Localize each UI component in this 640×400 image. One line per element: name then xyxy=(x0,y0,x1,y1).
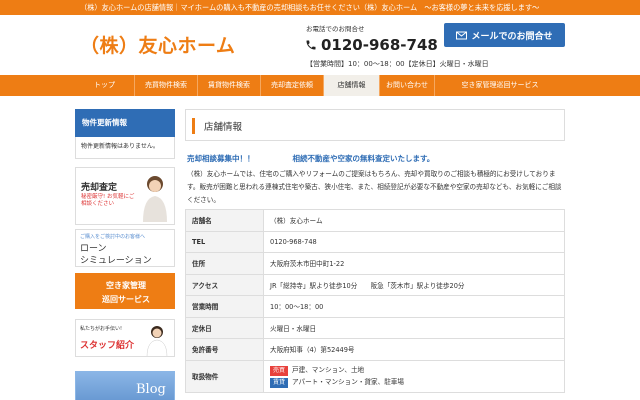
business-hours: 【営業時間】10：00～18：00【定休日】火曜日・水曜日 xyxy=(306,60,489,68)
handling-sale: 戸建、マンション、土地 xyxy=(292,366,365,374)
table-row: 免許番号 大阪府知事（4）第52449号 xyxy=(185,338,565,361)
row-key: アクセス xyxy=(185,273,264,296)
akiya-service-banner[interactable]: 空き家管理 巡回サービス xyxy=(75,273,175,309)
global-nav: トップ 売買物件検索 賃貸物件検索 売却査定依頼 店舗情報 お問い合わせ 空き家… xyxy=(0,75,640,96)
table-row: 定休日 火曜日・水曜日 xyxy=(185,316,565,339)
nav-item-rent-search[interactable]: 賃貸物件検索 xyxy=(198,75,261,96)
sale-tag: 売買 xyxy=(270,366,289,376)
staff-photo-icon xyxy=(146,326,168,356)
akiya-banner-line1: 空き家管理 xyxy=(106,281,146,290)
top-bar: （株）友心ホームの店舗情報｜マイホームの購入も不動産の売却相談もお任せください（… xyxy=(0,0,640,15)
nav-item-appraisal[interactable]: 売却査定依頼 xyxy=(261,75,324,96)
top-bar-text: （株）友心ホームの店舗情報｜マイホームの購入も不動産の売却相談もお任せください（… xyxy=(80,3,540,12)
nav-item-akiya-service[interactable]: 空き家管理巡回サービス xyxy=(435,75,565,96)
mail-icon xyxy=(456,31,468,39)
tel-label: お電話でのお問合せ xyxy=(306,25,365,33)
handling-rent: アパート・マンション・貸家、駐車場 xyxy=(292,378,404,386)
store-info-table: 店舗名 （株）友心ホーム TEL 0120-968-748 住所 大阪府茨木市田… xyxy=(185,209,565,393)
loan-banner-line2: シミュレーション xyxy=(80,256,152,266)
page-title: 店舗情報 xyxy=(204,122,243,133)
staff-banner-note: 私たちがお手伝い! xyxy=(80,326,123,332)
row-key: 住所 xyxy=(185,252,264,275)
table-row: 店舗名 （株）友心ホーム xyxy=(185,209,565,232)
tel-text: 0120-968-748 xyxy=(321,36,438,54)
row-key: 免許番号 xyxy=(185,338,264,361)
nav-item-store-info[interactable]: 店舗情報 xyxy=(324,75,380,96)
loan-simulation-banner[interactable]: ご購入をご検討中のお客様へ ローン シミュレーション xyxy=(75,229,175,267)
lead-left: 売却相談募集中！！ xyxy=(187,154,255,163)
row-key: 定休日 xyxy=(185,316,264,339)
row-value: 火曜日・水曜日 xyxy=(263,316,565,339)
nav-item-top[interactable]: トップ xyxy=(75,75,135,96)
update-info-heading: 物件更新情報 xyxy=(75,109,175,137)
rent-tag: 賃貸 xyxy=(270,378,289,388)
site-logo[interactable]: （株）友心ホーム xyxy=(80,31,235,58)
row-value: 10：00～18：00 xyxy=(263,295,565,318)
staff-banner[interactable]: 私たちがお手伝い! スタッフ紹介 xyxy=(75,319,175,357)
akiya-banner-line2: 巡回サービス xyxy=(102,295,150,304)
title-accent-bar xyxy=(192,118,195,134)
mail-contact-button[interactable]: メールでのお問合せ xyxy=(444,23,565,47)
table-row: アクセス JR「総持寺」駅より徒歩10分 阪急「茨木市」駅より徒歩20分 xyxy=(185,273,565,296)
table-row: 取扱物件 売買 戸建、マンション、土地 賃貸 アパート・マンション・貸家、駐車場 xyxy=(185,359,565,393)
table-row: 住所 大阪府茨木市田中町1-22 xyxy=(185,252,565,275)
table-row: 営業時間 10：00～18：00 xyxy=(185,295,565,318)
row-key: 営業時間 xyxy=(185,295,264,318)
sidebar: 物件更新情報 物件更新情報はありません。 売却査定 秘密厳守! お気軽にご相談く… xyxy=(75,109,175,400)
header: （株）友心ホーム お電話でのお問合せ 0120-968-748 【営業時間】10… xyxy=(0,15,640,75)
row-value: 売買 戸建、マンション、土地 賃貸 アパート・マンション・貸家、駐車場 xyxy=(263,359,565,393)
blog-banner-title: Blog xyxy=(136,382,166,397)
appraisal-banner[interactable]: 売却査定 秘密厳守! お気軽にご相談ください xyxy=(75,167,175,225)
row-value: JR「総持寺」駅より徒歩10分 阪急「茨木市」駅より徒歩20分 xyxy=(263,273,565,296)
table-row: TEL 0120-968-748 xyxy=(185,230,565,253)
row-value: （株）友心ホーム xyxy=(263,209,565,232)
row-key: 取扱物件 xyxy=(185,359,264,393)
loan-banner-note: ご購入をご検討中のお客様へ xyxy=(80,234,146,240)
row-key: 店舗名 xyxy=(185,209,264,232)
row-value: 大阪府知事（4）第52449号 xyxy=(263,338,565,361)
main-content: 店舗情報 売却相談募集中！！ 相続不動産や空家の無料査定いたします。 （株）友心ホ… xyxy=(185,109,565,393)
staff-banner-title: スタッフ紹介 xyxy=(80,341,135,351)
tel-number[interactable]: 0120-968-748 xyxy=(305,36,438,54)
lead-text: 売却相談募集中！！ 相続不動産や空家の無料査定いたします。 xyxy=(187,153,434,164)
phone-icon xyxy=(306,40,316,50)
nav-item-sale-search[interactable]: 売買物件検索 xyxy=(135,75,198,96)
page-title-box: 店舗情報 xyxy=(185,109,565,141)
store-description: （株）友心ホームでは、住宅のご購入やリフォームのご提案はもちろん、売却や買取りの… xyxy=(187,170,562,204)
row-value: 大阪府茨木市田中町1-22 xyxy=(263,252,565,275)
mail-contact-label: メールでのお問合せ xyxy=(471,31,553,42)
nav-item-contact[interactable]: お問い合わせ xyxy=(380,75,435,96)
woman-photo-icon xyxy=(143,176,167,222)
row-key: TEL xyxy=(185,230,264,253)
appraisal-banner-title: 売却査定 xyxy=(81,183,118,193)
lead-right: 相続不動産や空家の無料査定いたします。 xyxy=(292,154,435,163)
blog-banner[interactable]: Blog xyxy=(75,371,175,400)
appraisal-banner-sub: 秘密厳守! お気軽にご相談ください xyxy=(81,194,135,207)
row-value[interactable]: 0120-968-748 xyxy=(263,230,565,253)
update-info-body: 物件更新情報はありません。 xyxy=(75,137,175,159)
